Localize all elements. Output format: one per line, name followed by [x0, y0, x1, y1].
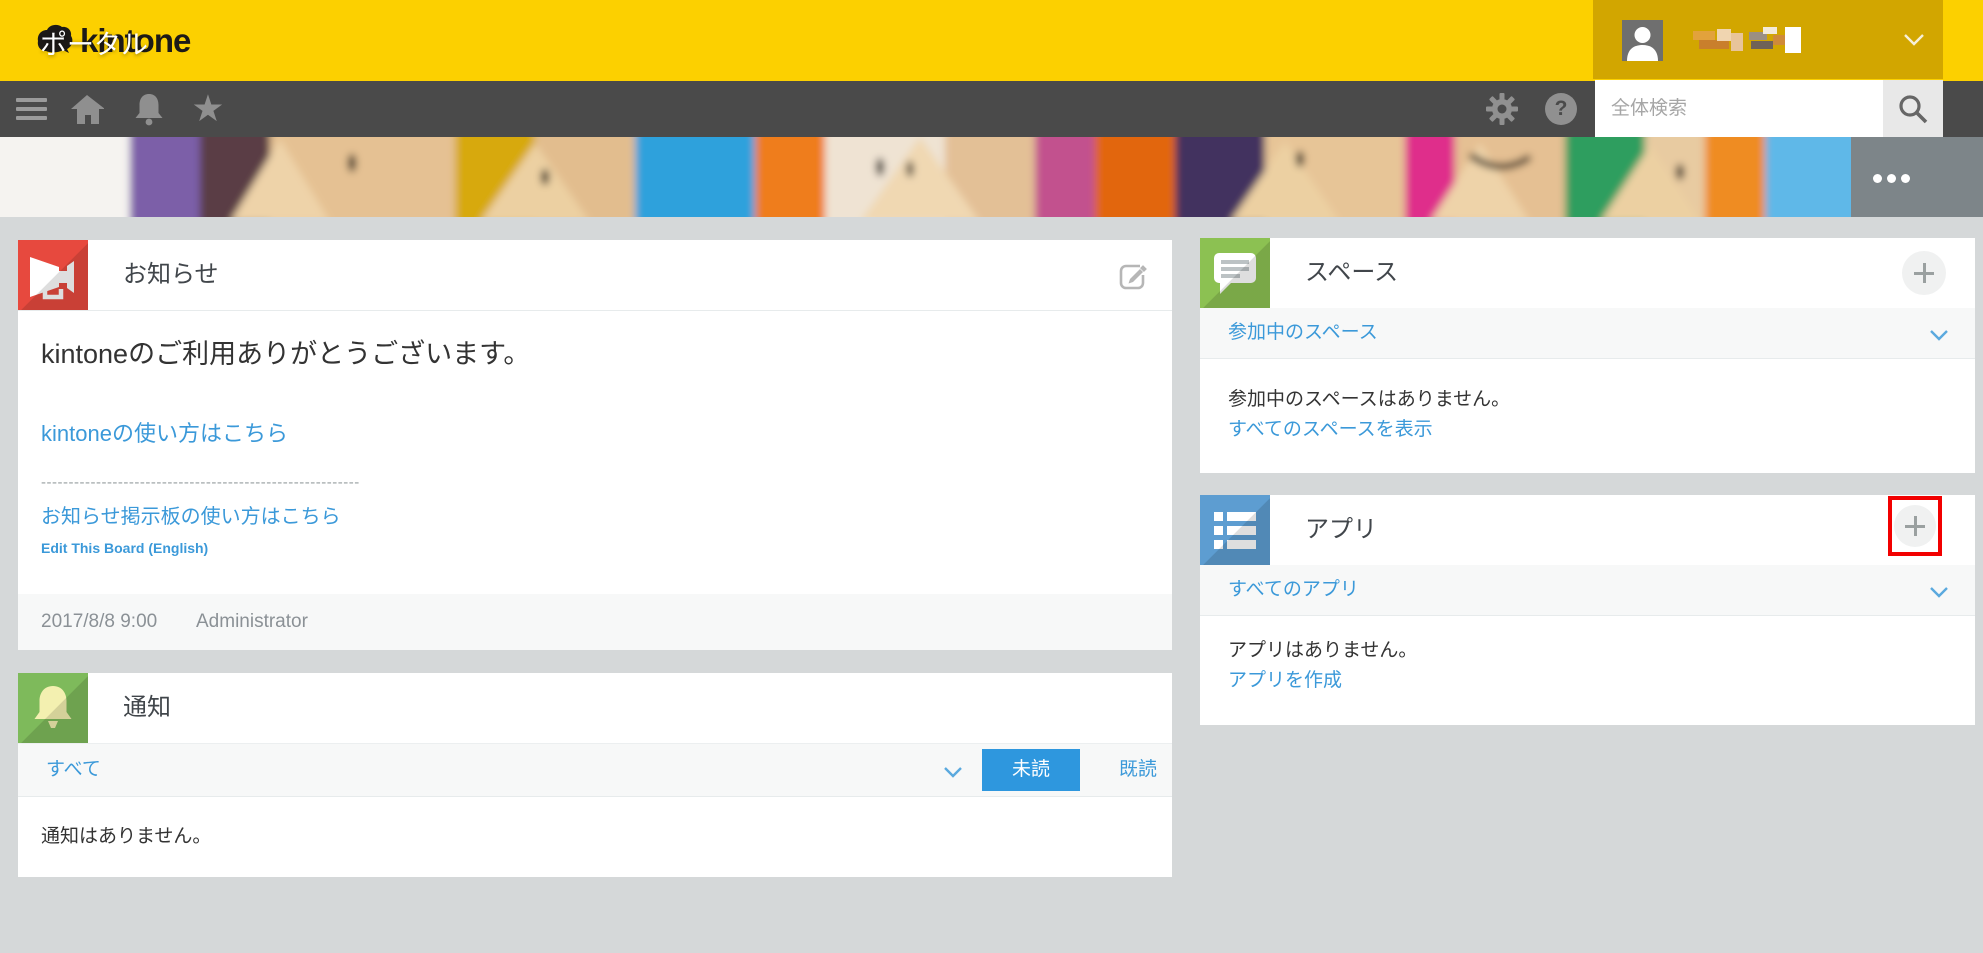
announcement-footer: 2017/8/8 9:00 Administrator: [18, 594, 1172, 650]
read-button[interactable]: 既読: [1103, 744, 1173, 796]
search-button[interactable]: [1883, 80, 1943, 137]
app-list-icon: [1200, 495, 1270, 565]
joined-spaces-row: 参加中のスペース: [1200, 308, 1975, 359]
notifications-filter-row: すべて 未読 既読: [18, 743, 1172, 797]
more-options-button[interactable]: [1851, 137, 1983, 217]
notifications-title: 通知: [123, 673, 171, 743]
separator: ----------------------------------------…: [41, 474, 360, 491]
announcement-header: お知らせ: [18, 240, 1172, 311]
chevron-down-icon[interactable]: [1929, 585, 1949, 603]
apps-panel: アプリ すべてのアプリ アプリはありません。 アプリを作成: [1200, 495, 1975, 725]
joined-spaces-dropdown[interactable]: 参加中のスペース: [1228, 308, 1378, 358]
gear-icon[interactable]: [1479, 81, 1525, 137]
portal-cover-image: [0, 137, 1983, 217]
spaces-title: スペース: [1305, 238, 1398, 308]
help-icon[interactable]: ?: [1541, 81, 1581, 137]
announcement-author: Administrator: [196, 594, 308, 650]
announcement-date: 2017/8/8 9:00: [41, 594, 157, 650]
spaces-empty-text: 参加中のスペースはありません。: [1228, 384, 1510, 411]
megaphone-icon: [18, 240, 88, 310]
add-space-button[interactable]: [1902, 251, 1946, 295]
favorites-star-icon[interactable]: ★: [182, 81, 234, 137]
home-icon[interactable]: [62, 81, 112, 137]
all-apps-row: すべてのアプリ: [1200, 565, 1975, 616]
board-howto-link[interactable]: お知らせ掲示板の使い方はこちら: [41, 500, 341, 529]
chevron-down-icon[interactable]: [943, 765, 963, 783]
bell-icon: [18, 673, 88, 743]
create-app-link[interactable]: アプリを作成: [1228, 665, 1342, 692]
howto-link[interactable]: kintoneの使い方はこちら: [41, 416, 288, 448]
announcement-panel: お知らせ kintoneのご利用ありがとうございます。 kintoneの使い方は…: [18, 240, 1172, 650]
search-icon: [1897, 93, 1929, 125]
show-all-spaces-link[interactable]: すべてのスペースを表示: [1228, 414, 1433, 441]
edit-board-english-link[interactable]: Edit This Board (English): [41, 540, 208, 556]
notifications-header: 通知: [18, 673, 1172, 744]
spaces-panel: スペース 参加中のスペース 参加中のスペースはありません。 すべてのスペースを表…: [1200, 238, 1975, 473]
announcement-title: お知らせ: [123, 240, 219, 310]
ellipsis-icon: [1873, 174, 1915, 183]
apps-header: アプリ: [1200, 495, 1975, 566]
notifications-panel: 通知 すべて 未読 既読 通知はありません。: [18, 673, 1172, 877]
apps-title: アプリ: [1305, 495, 1377, 565]
spaces-header: スペース: [1200, 238, 1975, 309]
search-input[interactable]: [1595, 80, 1883, 137]
announcement-heading: kintoneのご利用ありがとうございます。: [41, 332, 530, 371]
edit-announcement-button[interactable]: [1116, 258, 1150, 292]
pencil-square-icon: [1116, 258, 1150, 292]
apps-empty-text: アプリはありません。: [1228, 635, 1417, 662]
top-bar: kintone: [0, 0, 1983, 81]
page-title: ポータル: [40, 23, 148, 62]
speech-bubble-icon: [1200, 238, 1270, 308]
filter-dropdown[interactable]: すべて: [46, 744, 101, 796]
notifications-empty-text: 通知はありません。: [41, 821, 211, 848]
avatar: [1622, 20, 1663, 61]
hamburger-menu-button[interactable]: [10, 81, 52, 137]
unread-button[interactable]: 未読: [982, 749, 1080, 791]
chevron-down-icon: [1903, 33, 1925, 51]
user-menu[interactable]: [1593, 0, 1943, 79]
highlight-box: [1888, 496, 1942, 556]
notifications-bell-icon[interactable]: [124, 81, 174, 137]
redacted-username: [1693, 27, 1803, 53]
add-app-button[interactable]: [1894, 505, 1936, 547]
chevron-down-icon[interactable]: [1929, 328, 1949, 346]
all-apps-dropdown[interactable]: すべてのアプリ: [1228, 565, 1359, 615]
